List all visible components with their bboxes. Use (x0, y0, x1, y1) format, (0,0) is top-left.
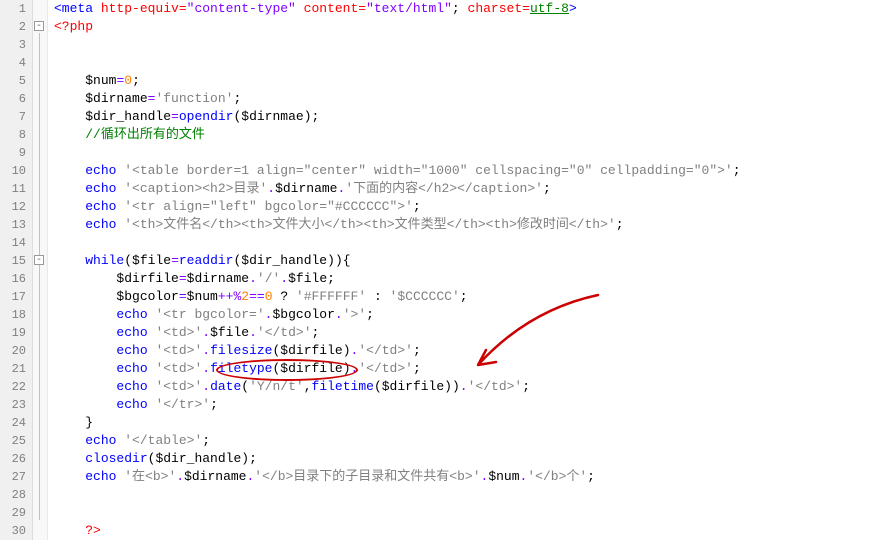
code-line[interactable]: $dirname='function'; (54, 90, 890, 108)
code-line[interactable]: echo '<table border=1 align="center" wid… (54, 162, 890, 180)
code-line[interactable] (54, 36, 890, 54)
fold-minus-icon[interactable]: - (34, 255, 44, 265)
code-line[interactable]: echo '<th>文件名</th><th>文件大小</th><th>文件类型<… (54, 216, 890, 234)
code-line[interactable]: $dirfile=$dirname.'/'.$file; (54, 270, 890, 288)
code-line[interactable] (54, 486, 890, 504)
code-line[interactable]: echo '</table>'; (54, 432, 890, 450)
code-line[interactable]: $num=0; (54, 72, 890, 90)
line-number: 1 (4, 0, 26, 18)
code-line[interactable] (54, 54, 890, 72)
code-line[interactable] (54, 144, 890, 162)
line-number: 30 (4, 522, 26, 540)
line-number: 7 (4, 108, 26, 126)
line-number: 21 (4, 360, 26, 378)
code-line[interactable]: echo '<td>'.date('Y/n/t',filetime($dirfi… (54, 378, 890, 396)
code-area[interactable]: <meta http-equiv="content-type" content=… (48, 0, 890, 540)
line-number: 6 (4, 90, 26, 108)
code-line[interactable]: echo '</tr>'; (54, 396, 890, 414)
line-number: 15 (4, 252, 26, 270)
fold-minus-icon[interactable]: - (34, 21, 44, 31)
code-line[interactable]: $dir_handle=opendir($dirnmae); (54, 108, 890, 126)
line-number: 23 (4, 396, 26, 414)
code-line[interactable]: } (54, 414, 890, 432)
code-line[interactable]: ?> (54, 522, 890, 540)
line-number: 3 (4, 36, 26, 54)
code-line[interactable]: $bgcolor=$num++%2==0 ? '#FFFFFF' : '$CCC… (54, 288, 890, 306)
code-line[interactable]: <meta http-equiv="content-type" content=… (54, 0, 890, 18)
line-number: 18 (4, 306, 26, 324)
line-number: 5 (4, 72, 26, 90)
line-gutter: 1 2 3 4 5 6 7 8 9 10 11 12 13 14 15 16 1… (0, 0, 33, 540)
line-number: 27 (4, 468, 26, 486)
fold-margin: - - (33, 0, 48, 540)
code-line[interactable]: echo '<caption><h2>目录'.$dirname.'下面的内容</… (54, 180, 890, 198)
line-number: 4 (4, 54, 26, 72)
line-number: 26 (4, 450, 26, 468)
line-number: 12 (4, 198, 26, 216)
line-number: 11 (4, 180, 26, 198)
line-number: 14 (4, 234, 26, 252)
line-number: 19 (4, 324, 26, 342)
line-number: 8 (4, 126, 26, 144)
line-number: 13 (4, 216, 26, 234)
code-line[interactable]: echo '<tr bgcolor='.$bgcolor.'>'; (54, 306, 890, 324)
code-line[interactable]: <?php (54, 18, 890, 36)
code-line[interactable]: closedir($dir_handle); (54, 450, 890, 468)
line-number: 20 (4, 342, 26, 360)
code-line[interactable]: while($file=readdir($dir_handle)){ (54, 252, 890, 270)
line-number: 22 (4, 378, 26, 396)
code-editor: 1 2 3 4 5 6 7 8 9 10 11 12 13 14 15 16 1… (0, 0, 890, 540)
code-line[interactable]: echo '<td>'.filesize($dirfile).'</td>'; (54, 342, 890, 360)
line-number: 2 (4, 18, 26, 36)
line-number: 29 (4, 504, 26, 522)
code-line[interactable] (54, 504, 890, 522)
code-line[interactable]: echo '在<b>'.$dirname.'</b>目录下的子目录和文件共有<b… (54, 468, 890, 486)
code-line[interactable] (54, 234, 890, 252)
code-line[interactable]: echo '<tr align="left" bgcolor="#CCCCCC"… (54, 198, 890, 216)
line-number: 17 (4, 288, 26, 306)
code-line[interactable]: echo '<td>'.filetype($dirfile).'</td>'; (54, 360, 890, 378)
line-number: 25 (4, 432, 26, 450)
line-number: 28 (4, 486, 26, 504)
line-number: 9 (4, 144, 26, 162)
line-number: 16 (4, 270, 26, 288)
code-line[interactable]: echo '<td>'.$file.'</td>'; (54, 324, 890, 342)
code-line[interactable]: //循环出所有的文件 (54, 126, 890, 144)
line-number: 24 (4, 414, 26, 432)
line-number: 10 (4, 162, 26, 180)
